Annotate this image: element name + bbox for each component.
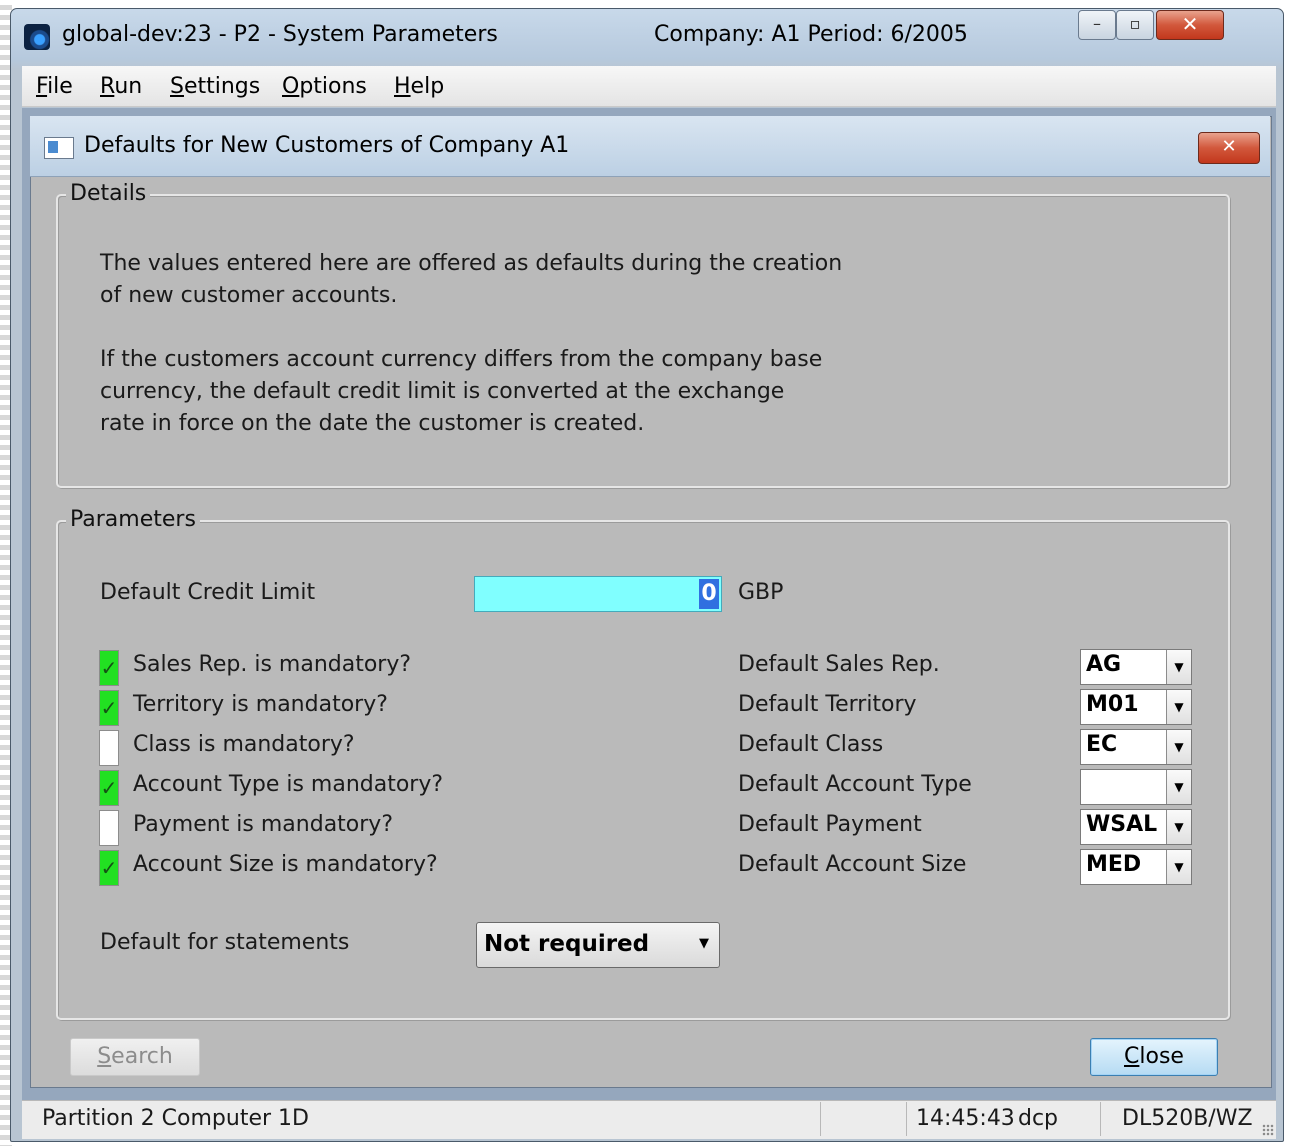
statements-select[interactable]: Not required ▼ — [476, 922, 720, 968]
window-title: global-dev:23 - P2 - System Parameters — [62, 22, 498, 47]
status-partition: Partition 2 Computer 1D — [42, 1106, 309, 1131]
app-icon — [24, 24, 50, 50]
credit-limit-label: Default Credit Limit — [100, 580, 316, 605]
sales-rep-mandatory-checkbox[interactable]: ✓ — [99, 650, 119, 686]
chevron-down-icon[interactable]: ▼ — [1166, 810, 1191, 844]
menu-help[interactable]: Help — [394, 74, 444, 99]
dialog-icon — [44, 137, 74, 159]
account-size-mandatory-checkbox[interactable]: ✓ — [99, 850, 119, 886]
chevron-down-icon[interactable]: ▼ — [1166, 850, 1191, 884]
search-button[interactable]: Search — [70, 1038, 200, 1076]
chevron-down-icon[interactable]: ▼ — [1166, 770, 1191, 804]
payment-mandatory-checkbox[interactable] — [99, 810, 119, 846]
parameters-legend: Parameters — [66, 507, 200, 532]
chevron-down-icon[interactable]: ▼ — [1166, 650, 1191, 684]
account-type-mandatory-label: Account Type is mandatory? — [133, 772, 444, 797]
credit-limit-input[interactable]: 0 — [474, 576, 722, 612]
status-time: 14:45:43 — [916, 1106, 1015, 1131]
default-class-combo[interactable]: EC ▼ — [1080, 729, 1192, 765]
status-code: DL520B/WZ — [1122, 1106, 1253, 1131]
status-divider — [820, 1102, 821, 1136]
window-close-button[interactable]: ✕ — [1156, 10, 1224, 40]
class-mandatory-checkbox[interactable] — [99, 730, 119, 766]
chevron-down-icon[interactable]: ▼ — [1166, 690, 1191, 724]
details-paragraph-1: The values entered here are offered as d… — [100, 251, 843, 308]
account-size-mandatory-label: Account Size is mandatory? — [133, 852, 438, 877]
default-territory-combo[interactable]: M01 ▼ — [1080, 689, 1192, 725]
territory-mandatory-label: Territory is mandatory? — [133, 692, 388, 717]
account-type-mandatory-checkbox[interactable]: ✓ — [99, 770, 119, 806]
default-account-type-label: Default Account Type — [738, 772, 972, 797]
default-territory-label: Default Territory — [738, 692, 917, 717]
status-divider — [1100, 1102, 1101, 1136]
status-divider — [906, 1102, 907, 1136]
default-account-type-combo[interactable]: ▼ — [1080, 769, 1192, 805]
default-payment-label: Default Payment — [738, 812, 922, 837]
credit-limit-value: 0 — [699, 579, 719, 609]
chevron-down-icon[interactable]: ▼ — [1166, 730, 1191, 764]
default-sales-rep-combo[interactable]: AG ▼ — [1080, 649, 1192, 685]
menu-run[interactable]: Run — [100, 74, 142, 99]
dialog-title: Defaults for New Customers of Company A1 — [84, 133, 570, 158]
menu-options[interactable]: Options — [282, 74, 367, 99]
details-paragraph-2: If the customers account currency differ… — [100, 347, 823, 436]
maximize-icon: ▫ — [1129, 14, 1141, 33]
sales-rep-mandatory-label: Sales Rep. is mandatory? — [133, 652, 412, 677]
resize-grip-icon[interactable] — [1262, 1124, 1274, 1136]
menu-settings[interactable]: Settings — [170, 74, 260, 99]
close-icon: ✕ — [1181, 12, 1199, 36]
menu-file[interactable]: File — [36, 74, 73, 99]
maximize-button[interactable]: ▫ — [1116, 10, 1154, 40]
currency-label: GBP — [738, 580, 784, 605]
statements-label: Default for statements — [100, 930, 350, 955]
status-user: dcp — [1018, 1106, 1059, 1131]
details-legend: Details — [66, 181, 151, 206]
chevron-down-icon: ▼ — [699, 936, 709, 951]
dialog-close-button[interactable]: ✕ — [1198, 132, 1260, 164]
details-group — [56, 194, 1230, 488]
close-icon: ✕ — [1221, 136, 1237, 157]
close-button[interactable]: Close — [1090, 1038, 1218, 1076]
default-account-size-label: Default Account Size — [738, 852, 967, 877]
company-period-label: Company: A1 Period: 6/2005 — [654, 22, 968, 47]
minimize-icon: – — [1093, 14, 1101, 33]
territory-mandatory-checkbox[interactable]: ✓ — [99, 690, 119, 726]
minimize-button[interactable]: – — [1078, 10, 1116, 40]
default-class-label: Default Class — [738, 732, 884, 757]
default-account-size-combo[interactable]: MED ▼ — [1080, 849, 1192, 885]
class-mandatory-label: Class is mandatory? — [133, 732, 355, 757]
payment-mandatory-label: Payment is mandatory? — [133, 812, 394, 837]
default-payment-combo[interactable]: WSAL ▼ — [1080, 809, 1192, 845]
default-sales-rep-label: Default Sales Rep. — [738, 652, 940, 677]
